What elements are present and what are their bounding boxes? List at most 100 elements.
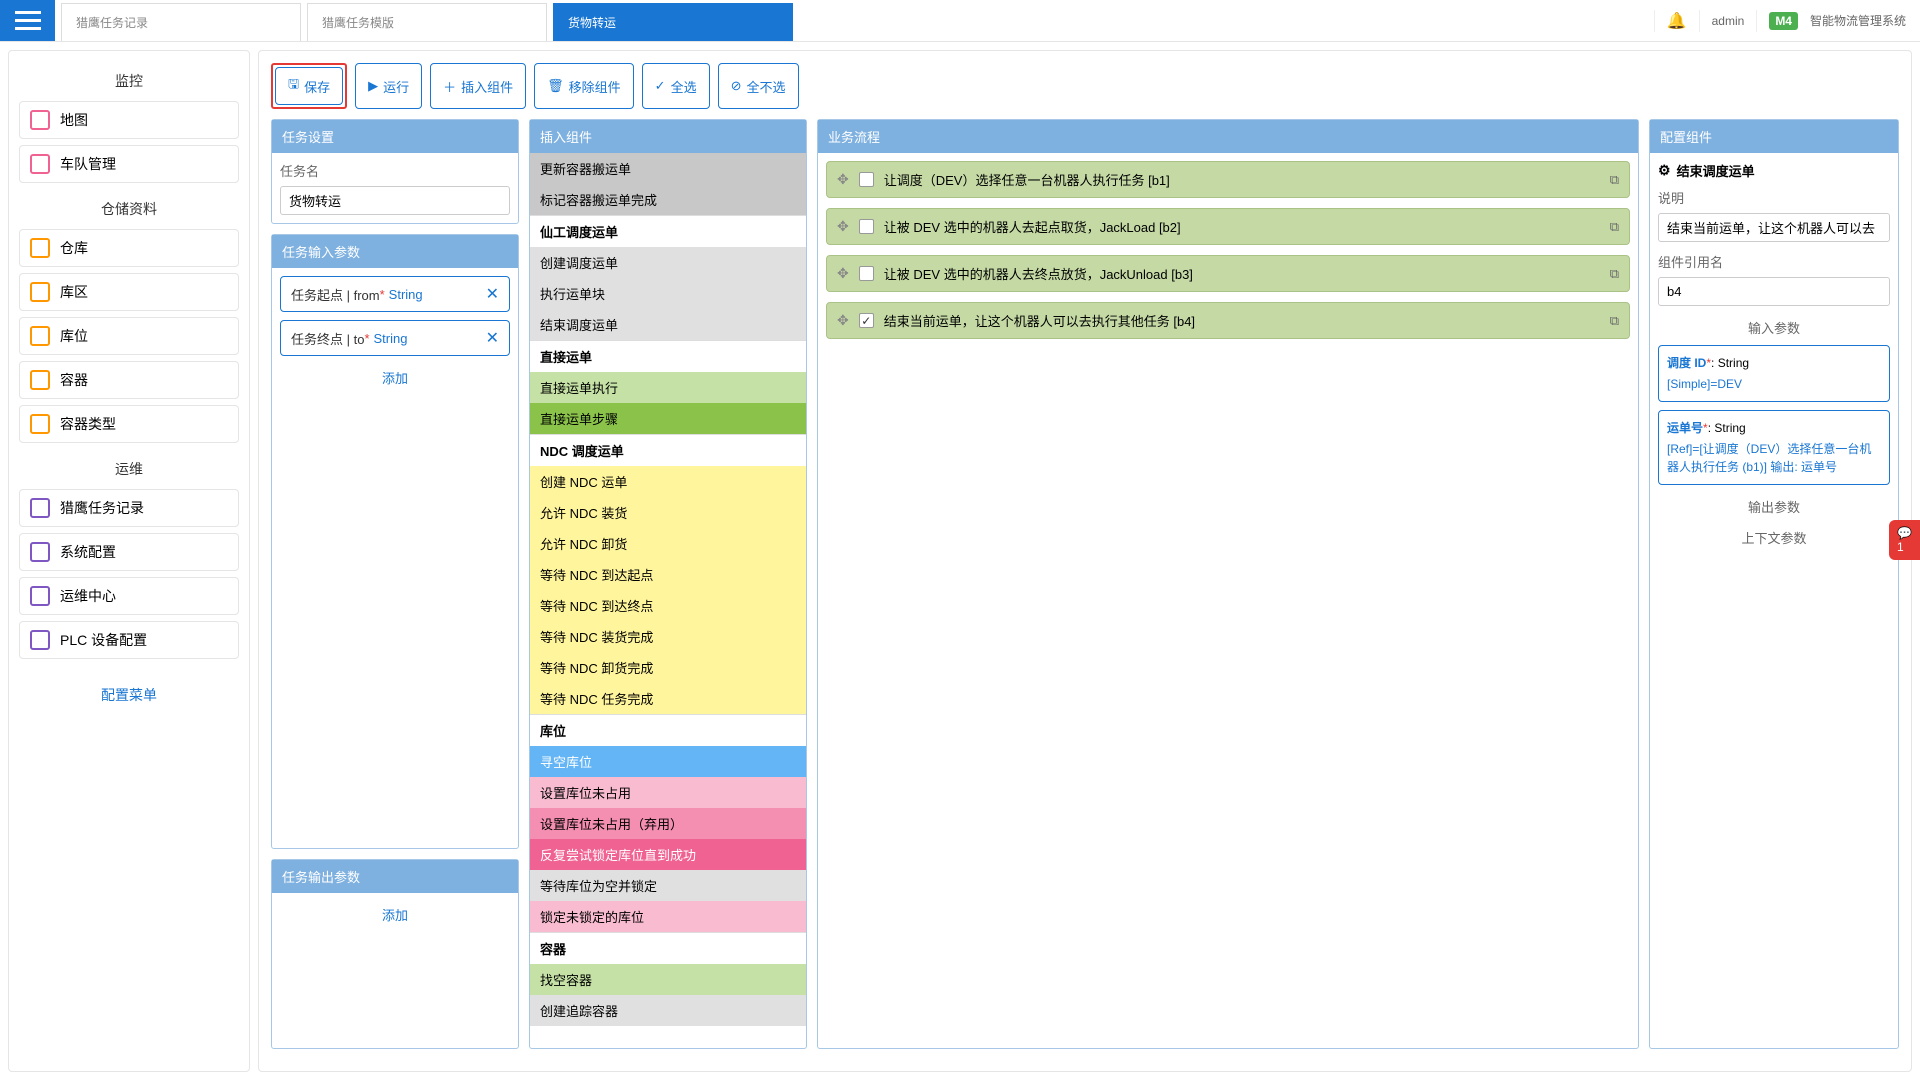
component-item[interactable]: 结束调度运单 xyxy=(530,309,806,340)
checkbox[interactable] xyxy=(859,266,874,281)
task-name-input[interactable] xyxy=(280,186,510,215)
flow-step[interactable]: ✥让调度（DEV）选择任意一台机器人执行任务 [b1]⧉ xyxy=(826,161,1630,198)
component-item[interactable]: 执行运单块 xyxy=(530,278,806,309)
sidebar-item-label: 地图 xyxy=(60,110,88,130)
config-param[interactable]: 调度 ID*: String[Simple]=DEV xyxy=(1658,345,1890,402)
param-value: [Ref]=[让调度（DEV）选择任意一台机器人执行任务 (b1)] 输出: 运… xyxy=(1667,440,1881,476)
sidebar-item[interactable]: 运维中心 xyxy=(19,577,239,615)
select-none-button[interactable]: ⊘全不选 xyxy=(718,63,799,109)
flow-step[interactable]: ✥ 让被 DEV 选中的机器人去终点放货，JackUnload [b3] ⧉ xyxy=(826,255,1630,292)
panel-header: 任务设置 xyxy=(272,120,518,153)
param-type: String xyxy=(389,287,423,302)
sidebar-item-icon xyxy=(30,414,50,434)
sidebar-item-icon xyxy=(30,154,50,174)
sidebar-item[interactable]: 地图 xyxy=(19,101,239,139)
component-item[interactable]: 设置库位未占用 xyxy=(530,777,806,808)
bell-icon[interactable]: 🔔 xyxy=(1667,11,1687,31)
copy-icon[interactable]: ⧉ xyxy=(1610,313,1619,329)
component-group-header: 容器 xyxy=(530,932,806,964)
sidebar-item-label: 运维中心 xyxy=(60,586,116,606)
task-settings-panel: 任务设置 任务名 xyxy=(271,119,519,224)
component-item[interactable]: 允许 NDC 装货 xyxy=(530,497,806,528)
component-item[interactable]: 设置库位未占用（弃用） xyxy=(530,808,806,839)
select-all-button[interactable]: ✓全选 xyxy=(642,63,710,109)
user-name[interactable]: admin xyxy=(1712,14,1745,28)
component-item[interactable]: 直接运单步骤 xyxy=(530,403,806,434)
check-icon: ✓ xyxy=(655,78,666,94)
flow-step[interactable]: ✥ 让被 DEV 选中的机器人去起点取货，JackLoad [b2] ⧉ xyxy=(826,208,1630,245)
save-highlight: 🖫保存 xyxy=(271,63,347,109)
component-item[interactable]: 等待 NDC 任务完成 xyxy=(530,683,806,714)
desc-input[interactable] xyxy=(1658,213,1890,242)
sidebar-item-label: 车队管理 xyxy=(60,154,116,174)
sidebar-item[interactable]: 库区 xyxy=(19,273,239,311)
component-item[interactable]: 等待 NDC 卸货完成 xyxy=(530,652,806,683)
tab[interactable]: 猎鹰任务记录 xyxy=(61,3,301,41)
checkbox[interactable]: ✓ xyxy=(859,313,874,328)
sidebar-item[interactable]: 仓库 xyxy=(19,229,239,267)
close-icon[interactable]: ✕ xyxy=(486,284,499,304)
add-output-param[interactable]: 添加 xyxy=(280,901,510,928)
move-icon[interactable]: ✥ xyxy=(837,171,849,188)
component-item[interactable]: 锁定未锁定的库位 xyxy=(530,901,806,932)
save-icon: 🖫 xyxy=(288,75,299,97)
component-group-header: NDC 调度运单 xyxy=(530,434,806,466)
save-button[interactable]: 🖫保存 xyxy=(275,67,343,105)
sidebar-item[interactable]: 车队管理 xyxy=(19,145,239,183)
config-param[interactable]: 运单号*: String[Ref]=[让调度（DEV）选择任意一台机器人执行任务… xyxy=(1658,410,1890,485)
sidebar-item[interactable]: 猎鹰任务记录 xyxy=(19,489,239,527)
remove-button[interactable]: 🗑移除组件 xyxy=(534,63,634,109)
sidebar-group-title: 运维 xyxy=(19,449,239,489)
component-item[interactable]: 寻空库位 xyxy=(530,746,806,777)
ref-input[interactable] xyxy=(1658,277,1890,306)
required-star: * xyxy=(364,331,369,346)
sidebar-item[interactable]: 库位 xyxy=(19,317,239,355)
sidebar-item[interactable]: 容器类型 xyxy=(19,405,239,443)
required-star: * xyxy=(380,287,385,302)
tab[interactable]: 货物转运 xyxy=(553,3,793,41)
input-param-chip[interactable]: 任务终点 | to*String✕ xyxy=(280,320,510,356)
copy-icon[interactable]: ⧉ xyxy=(1610,219,1619,235)
sidebar-item[interactable]: PLC 设备配置 xyxy=(19,621,239,659)
component-item[interactable]: 允许 NDC 卸货 xyxy=(530,528,806,559)
copy-icon[interactable]: ⧉ xyxy=(1610,172,1619,188)
component-item[interactable]: 找空容器 xyxy=(530,964,806,995)
tab[interactable]: 猎鹰任务模版 xyxy=(307,3,547,41)
close-icon[interactable]: ✕ xyxy=(486,328,499,348)
move-icon[interactable]: ✥ xyxy=(837,265,849,282)
app-badge: M4 xyxy=(1769,12,1798,30)
component-item[interactable]: 创建 NDC 运单 xyxy=(530,466,806,497)
component-item[interactable]: 创建追踪容器 xyxy=(530,995,806,1026)
component-item[interactable]: 等待 NDC 到达起点 xyxy=(530,559,806,590)
notification-bubble[interactable]: 💬 1 xyxy=(1889,520,1920,560)
add-input-param[interactable]: 添加 xyxy=(280,364,510,391)
flow-step[interactable]: ✥✓结束当前运单，让这个机器人可以去执行其他任务 [b4]⧉ xyxy=(826,302,1630,339)
checkbox[interactable] xyxy=(859,172,874,187)
sidebar-item-label: 库位 xyxy=(60,326,88,346)
move-icon[interactable]: ✥ xyxy=(837,218,849,235)
input-param-chip[interactable]: 任务起点 | from*String✕ xyxy=(280,276,510,312)
component-item[interactable]: 等待 NDC 装货完成 xyxy=(530,621,806,652)
sidebar-item[interactable]: 容器 xyxy=(19,361,239,399)
component-item[interactable]: 创建调度运单 xyxy=(530,247,806,278)
checkbox[interactable] xyxy=(859,219,874,234)
component-item[interactable]: 等待库位为空并锁定 xyxy=(530,870,806,901)
config-menu-link[interactable]: 配置菜单 xyxy=(19,665,239,705)
hamburger-menu[interactable] xyxy=(0,0,55,41)
step-label: 让被 DEV 选中的机器人去终点放货，JackUnload [b3] xyxy=(884,264,1193,283)
component-item[interactable]: 等待 NDC 到达终点 xyxy=(530,590,806,621)
ref-label: 组件引用名 xyxy=(1658,252,1890,271)
component-item[interactable]: 更新容器搬运单 xyxy=(530,153,806,184)
copy-icon[interactable]: ⧉ xyxy=(1610,266,1619,282)
insert-button[interactable]: ＋插入组件 xyxy=(430,63,526,109)
component-item[interactable]: 直接运单执行 xyxy=(530,372,806,403)
step-label: 让被 DEV 选中的机器人去起点取货，JackLoad [b2] xyxy=(884,217,1181,236)
param-type: String xyxy=(374,331,408,346)
sidebar-item[interactable]: 系统配置 xyxy=(19,533,239,571)
run-button[interactable]: ▶运行 xyxy=(355,63,422,109)
component-item[interactable]: 标记容器搬运单完成 xyxy=(530,184,806,215)
component-item[interactable]: 反复尝试锁定库位直到成功 xyxy=(530,839,806,870)
move-icon[interactable]: ✥ xyxy=(837,312,849,329)
param-type: String xyxy=(1714,421,1745,435)
param-name: 运单号 xyxy=(1667,421,1703,435)
